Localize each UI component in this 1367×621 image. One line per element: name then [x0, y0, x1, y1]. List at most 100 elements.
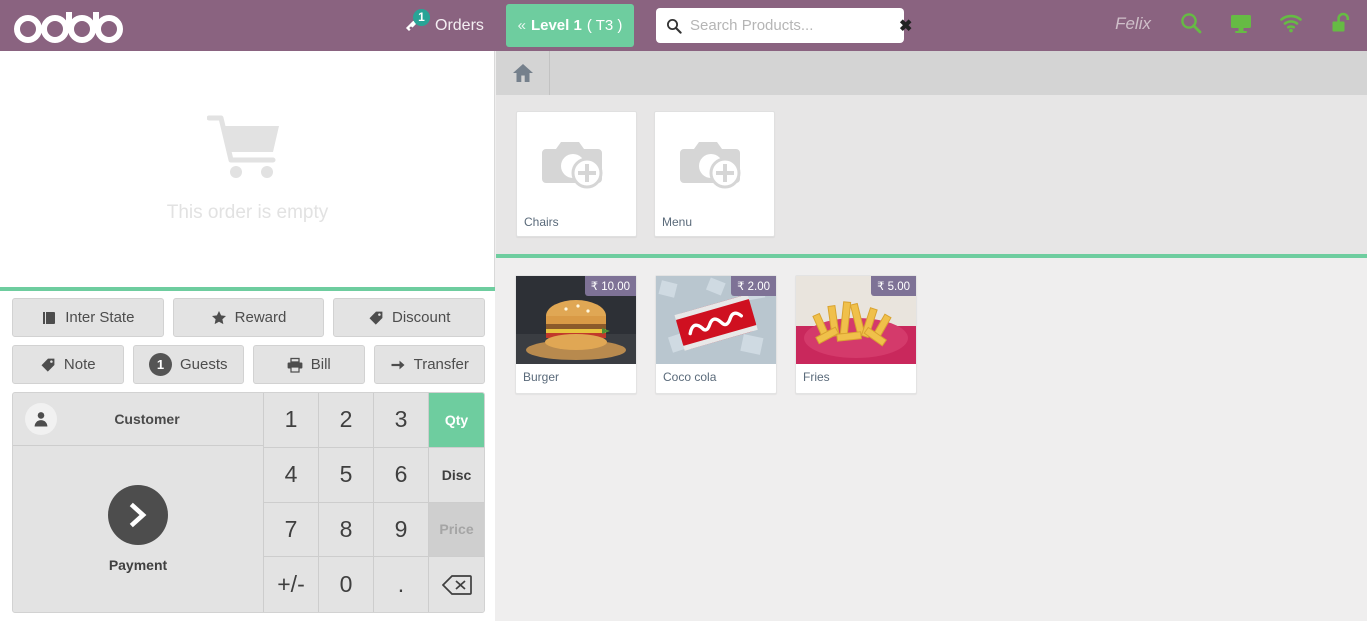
bill-label: Bill [311, 356, 331, 373]
order-controls: Inter State Reward Discount [0, 291, 495, 621]
chevron-right-icon [124, 501, 152, 529]
clear-search-icon[interactable]: ✖ [897, 16, 914, 36]
orders-count-badge: 1 [413, 9, 430, 26]
product-card-coco-cola[interactable]: ₹ 2.00 [655, 275, 777, 394]
breadcrumb-home-button[interactable] [496, 51, 550, 95]
customer-payment-column: Customer Payment [13, 393, 263, 612]
product-name: Coco cola [656, 364, 776, 384]
numpad-key-6[interactable]: 6 [374, 448, 429, 503]
search-input[interactable] [690, 17, 889, 34]
numpad-section: Customer Payment 1 2 3 [12, 392, 485, 613]
numpad-key-dot[interactable]: . [374, 557, 429, 612]
category-name: Chairs [517, 215, 636, 236]
odoo-logo-icon [11, 9, 129, 43]
product-price: ₹ 2.00 [731, 276, 776, 296]
orders-button[interactable]: 1 Orders [396, 6, 490, 46]
numpad-key-5[interactable]: 5 [319, 448, 374, 503]
product-price: ₹ 10.00 [585, 276, 636, 296]
chevron-left-double-icon: « [518, 17, 526, 34]
search-icon[interactable] [1179, 11, 1203, 35]
order-actions-row-1: Inter State Reward Discount [12, 298, 485, 337]
numpad-mode-disc[interactable]: Disc [429, 448, 484, 503]
order-actions-row-2: Note 1 Guests Bill [12, 345, 485, 384]
payment-icon-wrap [108, 485, 168, 545]
reward-button[interactable]: Reward [173, 298, 325, 337]
numpad-key-7[interactable]: 7 [264, 503, 319, 558]
category-name: Menu [655, 215, 774, 236]
product-price: ₹ 5.00 [871, 276, 916, 296]
person-icon-wrap [25, 403, 57, 435]
product-list: ₹ 10.00 [496, 258, 1367, 621]
orders-label: Orders [435, 17, 484, 35]
note-button[interactable]: Note [12, 345, 124, 384]
person-icon [32, 410, 50, 428]
numpad-mode-price[interactable]: Price [429, 503, 484, 558]
level-table: ( T3 ) [587, 17, 623, 34]
backspace-icon [442, 574, 472, 596]
guests-button[interactable]: 1 Guests [133, 345, 245, 384]
status-icons [1179, 11, 1353, 35]
customer-label: Customer [57, 411, 237, 427]
numpad-key-0[interactable]: 0 [319, 557, 374, 612]
category-image-wrap [655, 112, 774, 215]
category-image-wrap [517, 112, 636, 215]
order-panel: This order is empty Inter State Reward [0, 51, 495, 621]
top-bar: 1 Orders « Level 1 ( T3 ) ✖ Felix [0, 0, 1367, 51]
customer-button[interactable]: Customer [13, 393, 263, 446]
orders-icon-wrap: 1 [402, 13, 428, 39]
bill-button[interactable]: Bill [253, 345, 365, 384]
cashier-name[interactable]: Felix [1115, 14, 1151, 34]
reward-label: Reward [235, 309, 287, 326]
tag-icon [368, 310, 384, 326]
numpad-backspace[interactable] [429, 557, 484, 612]
product-card-burger[interactable]: ₹ 10.00 [515, 275, 637, 394]
wifi-icon[interactable] [1279, 11, 1303, 35]
table-level-button[interactable]: « Level 1 ( T3 ) [506, 4, 634, 47]
transfer-button[interactable]: Transfer [374, 345, 486, 384]
numpad-key-sign[interactable]: +/- [264, 557, 319, 612]
numpad-key-1[interactable]: 1 [264, 393, 319, 448]
product-name: Fries [796, 364, 916, 384]
product-card-fries[interactable]: ₹ 5.00 [795, 275, 917, 394]
numpad-mode-qty[interactable]: Qty [429, 393, 484, 448]
star-icon [211, 310, 227, 326]
pos-app: 1 Orders « Level 1 ( T3 ) ✖ Felix [0, 0, 1367, 621]
odoo-logo[interactable] [10, 6, 130, 46]
camera-placeholder-icon [538, 133, 616, 195]
camera-placeholder-icon [676, 133, 754, 195]
printer-icon [287, 357, 303, 373]
search-icon [666, 18, 682, 34]
arrow-right-icon [390, 357, 406, 373]
product-panel: Chairs Menu ₹ 10.00 [496, 51, 1367, 621]
unlock-icon[interactable] [1329, 11, 1353, 35]
transfer-label: Transfer [414, 356, 469, 373]
monitor-icon[interactable] [1229, 11, 1253, 35]
numpad-key-4[interactable]: 4 [264, 448, 319, 503]
note-label: Note [64, 356, 96, 373]
product-search-box[interactable]: ✖ [656, 8, 904, 43]
numpad: 1 2 3 Qty 4 5 6 Disc 7 8 9 Price +/- 0 . [263, 393, 484, 612]
inter-state-label: Inter State [65, 309, 134, 326]
numpad-key-9[interactable]: 9 [374, 503, 429, 558]
payment-label: Payment [109, 557, 167, 573]
shopping-cart-icon [207, 114, 289, 184]
breadcrumb [496, 51, 1367, 95]
guests-count-badge: 1 [149, 353, 172, 376]
book-icon [41, 310, 57, 326]
category-card-menu[interactable]: Menu [654, 111, 775, 237]
numpad-key-2[interactable]: 2 [319, 393, 374, 448]
numpad-key-8[interactable]: 8 [319, 503, 374, 558]
category-list: Chairs Menu [496, 95, 1367, 254]
inter-state-button[interactable]: Inter State [12, 298, 164, 337]
category-card-chairs[interactable]: Chairs [516, 111, 637, 237]
tag-icon [40, 357, 56, 373]
home-icon [512, 63, 534, 83]
empty-order-placeholder: This order is empty [0, 51, 495, 287]
payment-button[interactable]: Payment [13, 446, 263, 612]
guests-label: Guests [180, 356, 228, 373]
product-name: Burger [516, 364, 636, 384]
discount-button[interactable]: Discount [333, 298, 485, 337]
numpad-key-3[interactable]: 3 [374, 393, 429, 448]
discount-label: Discount [392, 309, 450, 326]
empty-order-text: This order is empty [167, 202, 329, 224]
